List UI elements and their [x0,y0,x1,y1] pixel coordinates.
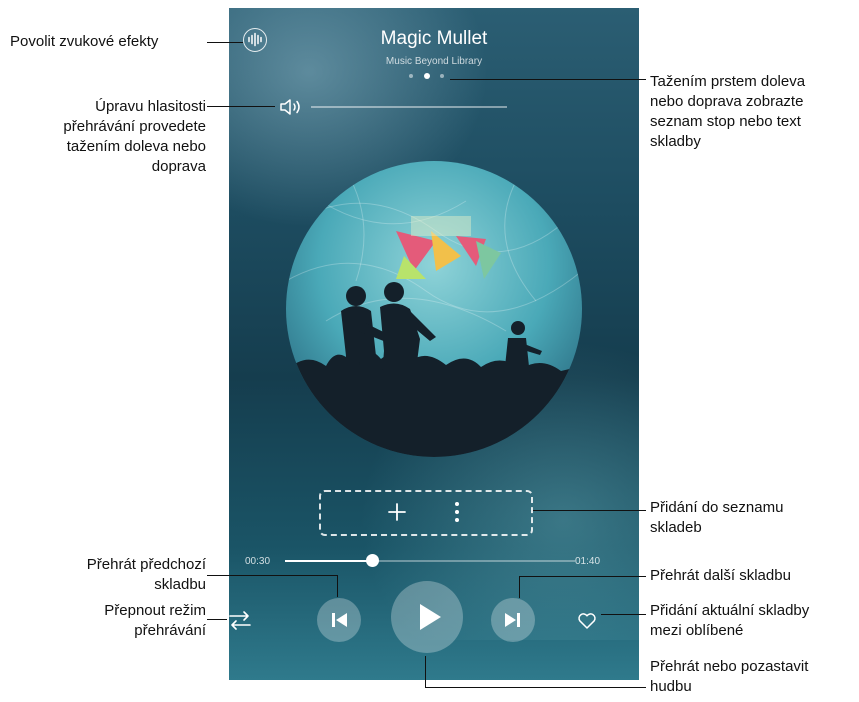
annotation-play-pause: Přehrát nebo pozastavit hudbu [650,658,809,695]
annotation-sound-effects: Povolit zvukové efekty [10,33,159,50]
leader-line [450,79,646,80]
annotation-add-to-playlist: Přidání do seznamu skladeb [650,499,784,536]
heart-icon[interactable] [577,612,597,630]
speaker-icon[interactable] [279,97,305,117]
play-icon [420,604,441,630]
annotation-swipe: Tažením prstem doleva nebo doprava zobraz… [650,73,806,150]
annotation-previous: Přehrát předchozí skladbu [86,556,206,593]
skip-next-icon [505,613,520,627]
leader-line [519,576,520,598]
album-art [286,161,582,457]
play-button[interactable] [391,581,463,653]
page-indicator-dot-active [424,73,430,79]
song-artist: Music Beyond Library [385,56,483,67]
previous-button[interactable] [317,598,361,642]
music-player-screen: Magic Mullet Music Beyond Library 00:30 … [229,8,639,680]
repeat-mode-icon[interactable] [229,610,253,630]
progress-knob[interactable] [366,554,379,567]
skip-previous-icon [332,613,347,627]
leader-line [207,575,338,576]
progress-fill [285,560,372,562]
leader-line [337,575,338,597]
next-button[interactable] [491,598,535,642]
plus-icon[interactable] [387,502,407,522]
annotation-play-mode: Přepnout režim přehrávání [104,602,206,639]
leader-line [425,687,646,688]
leader-line [425,656,426,687]
leader-line [207,42,243,43]
leader-line [207,106,275,107]
time-current: 00:30 [245,556,271,567]
page-indicator-dot [409,74,413,78]
volume-slider[interactable] [311,106,507,108]
page-indicator-dot [440,74,444,78]
leader-line [601,614,646,615]
song-title: Magic Mullet [380,28,488,49]
leader-line [519,576,646,577]
playlist-actions-highlight [319,490,533,536]
leader-line [207,619,227,620]
more-vertical-icon[interactable] [451,500,463,524]
time-total: 01:40 [575,556,601,567]
annotation-next: Přehrát další skladbu [650,567,791,584]
leader-line [533,510,646,511]
annotation-favorite: Přidání aktuální skladby mezi oblíbené [650,602,810,639]
annotation-volume: Úpravu hlasitosti přehrávání provedete ta… [63,98,206,175]
